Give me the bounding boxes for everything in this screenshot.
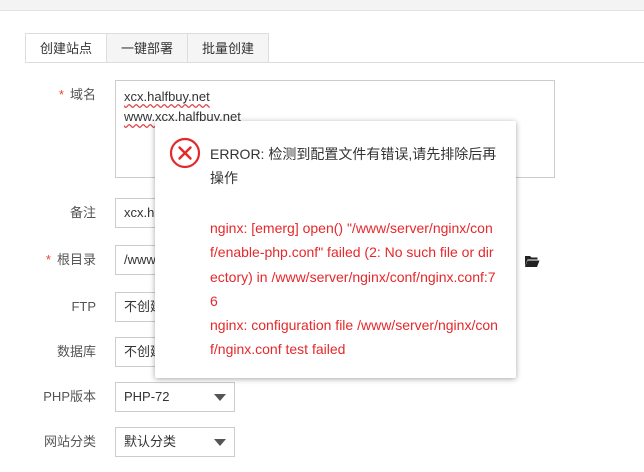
root-dir-label: * 根目录 [26,245,96,275]
page-top-strip [0,0,644,11]
error-title: ERROR: 检测到配置文件有错误,请先排除后再操作 [210,146,497,186]
error-message: nginx: [emerg] open() "/www/server/nginx… [210,216,500,362]
domain-line: xcx.halfbuy.net [124,89,210,104]
domain-label: * 域名 [26,80,96,110]
root-dir-label-text: 根目录 [56,252,96,267]
tab-divider [25,62,644,63]
tab-batch-create[interactable]: 批量创建 [187,33,270,63]
site-category-select[interactable]: 默认分类 [115,427,235,457]
error-message-line: nginx: [emerg] open() "/www/server/nginx… [210,220,496,309]
error-dialog: ERROR: 检测到配置文件有错误,请先排除后再操作 nginx: [emerg… [155,121,516,378]
database-label: 数据库 [56,344,96,359]
chevron-down-icon [214,394,226,401]
php-version-value: PHP-72 [124,389,170,404]
php-version-label: PHP版本 [43,389,96,404]
site-category-label: 网站分类 [43,434,96,449]
required-mark: * [45,252,51,267]
error-message-line: nginx: configuration file /www/server/ng… [210,317,498,358]
folder-open-icon[interactable] [524,254,540,268]
required-mark: * [58,87,64,102]
error-circle-x-icon [169,137,201,169]
php-version-select[interactable]: PHP-72 [115,382,235,412]
ftp-label: FTP [71,299,96,314]
tab-one-click-deploy[interactable]: 一键部署 [106,33,189,63]
chevron-down-icon [214,439,226,446]
domain-label-text: 域名 [69,87,96,102]
site-category-value: 默认分类 [124,434,177,449]
tab-create-site[interactable]: 创建站点 [25,33,108,63]
remark-label: 备注 [69,205,96,220]
tab-bar: 创建站点 一键部署 批量创建 [25,33,270,63]
